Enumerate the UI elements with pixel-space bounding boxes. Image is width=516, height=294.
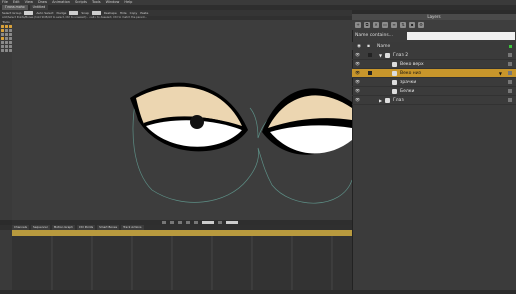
drawing-canvas[interactable] xyxy=(12,20,352,220)
eye-icon[interactable]: 👁 xyxy=(355,71,362,75)
layer-checkbox[interactable] xyxy=(508,98,512,102)
frame-field[interactable] xyxy=(202,221,214,224)
layer-row-selected[interactable]: 👁 Веко низ ▼ xyxy=(352,69,516,78)
new-layer-icon[interactable]: + xyxy=(355,22,361,28)
eye-icon[interactable]: 👁 xyxy=(355,62,362,66)
rectangle-tool-icon[interactable] xyxy=(1,33,4,36)
dropdown-arrow-icon[interactable]: ▼ xyxy=(499,71,502,76)
select-points-tool-icon[interactable] xyxy=(1,25,4,28)
layer-name: Глаз xyxy=(393,97,404,103)
option-label: Nudge xyxy=(56,11,67,15)
layer-checkbox[interactable] xyxy=(508,89,512,93)
eye-artwork xyxy=(130,82,352,204)
bone-tool-icon[interactable] xyxy=(1,41,4,44)
option-label: Reshape xyxy=(103,11,117,15)
lock-icon[interactable]: ▪ xyxy=(409,22,415,28)
eye-icon[interactable]: 👁 xyxy=(355,53,362,57)
group-layer-icon xyxy=(385,52,390,58)
settings-icon[interactable]: ≡ xyxy=(391,22,397,28)
tool-grid xyxy=(0,24,12,53)
layer-row[interactable]: 👁 ▼ Глаз 2 xyxy=(352,51,516,60)
group-layer-icon xyxy=(385,97,390,103)
vector-layer-icon xyxy=(392,88,397,94)
layer-row[interactable]: 👁 ▶ Глаз xyxy=(352,96,516,105)
layer-filter-input[interactable] xyxy=(407,31,515,40)
layer-color-box xyxy=(368,71,372,75)
eye-icon[interactable]: 👁 xyxy=(355,80,362,84)
option-label: Paste xyxy=(140,11,149,15)
vector-layer-icon xyxy=(392,79,397,85)
option-field[interactable] xyxy=(69,11,79,15)
lock-header-icon: ▪ xyxy=(367,43,371,49)
layers-header: ◉ ▪ Name xyxy=(352,42,516,50)
timeline-frames[interactable] xyxy=(12,236,352,290)
option-label: Select Group xyxy=(2,11,22,15)
pan-tool-icon[interactable] xyxy=(1,49,4,52)
curvature-tool-icon[interactable] xyxy=(1,29,4,32)
visibility-header-icon: ◉ xyxy=(357,43,361,49)
option-field[interactable] xyxy=(24,11,34,15)
layer-transform-tool-icon[interactable] xyxy=(1,45,4,48)
loop-button[interactable] xyxy=(218,221,222,224)
layer-row[interactable]: 👁 Белки xyxy=(352,87,516,96)
layer-name: Веко верх xyxy=(400,61,424,67)
pupil xyxy=(190,115,204,129)
eye-icon[interactable]: 👁 xyxy=(355,98,362,102)
layer-color-box xyxy=(368,53,372,57)
green-indicator-icon xyxy=(509,44,512,48)
layer-name: Белки xyxy=(400,88,415,94)
stroke-tool-icon[interactable] xyxy=(5,37,8,40)
collapse-arrow-icon[interactable]: ▶ xyxy=(379,98,382,103)
delete-icon[interactable]: ✕ xyxy=(373,22,379,28)
expand-arrow-icon[interactable]: ▼ xyxy=(379,53,382,58)
layer-filter-row: Name contains... xyxy=(352,31,516,40)
vector-layer-icon xyxy=(392,70,397,76)
timeline-channel-list xyxy=(0,230,12,290)
layer-checkbox[interactable] xyxy=(508,80,512,84)
gear-icon[interactable]: ⚙ xyxy=(418,22,424,28)
right-eye-white xyxy=(270,125,352,154)
folder-icon[interactable]: ▭ xyxy=(382,22,388,28)
layer-row[interactable]: 👁 Веко верх xyxy=(352,60,516,69)
layer-checkbox[interactable] xyxy=(508,71,512,75)
filter-label[interactable]: Name contains... xyxy=(355,33,405,38)
end-button[interactable] xyxy=(194,221,198,224)
layer-name: зрачки xyxy=(400,79,417,85)
option-field[interactable] xyxy=(91,11,101,15)
layer-name: Глаз 2 xyxy=(393,52,409,58)
rotate-layer-tool-icon[interactable] xyxy=(5,45,8,48)
layer-name: Веко низ xyxy=(400,70,422,76)
tools-panel: Tools xyxy=(0,20,12,220)
oval-tool-icon[interactable] xyxy=(5,33,8,36)
arrows-icon[interactable]: ⇅ xyxy=(400,22,406,28)
layer-checkbox[interactable] xyxy=(508,62,512,66)
magnet-tool-icon[interactable] xyxy=(5,29,8,32)
layer-row[interactable]: 👁 зрачки xyxy=(352,78,516,87)
transform-points-tool-icon[interactable] xyxy=(5,25,8,28)
layers-toolbar: + ⧉ ✕ ▭ ≡ ⇅ ▪ ⚙ xyxy=(352,20,516,30)
option-label: Hide xyxy=(119,11,127,15)
option-label: Auto Select xyxy=(36,11,54,15)
layer-checkbox[interactable] xyxy=(508,53,512,57)
zoom-tool-icon[interactable] xyxy=(5,49,8,52)
vector-layer-icon xyxy=(392,61,397,67)
play-button[interactable] xyxy=(178,221,182,224)
rewind-button[interactable] xyxy=(162,221,166,224)
duplicate-icon[interactable]: ⧉ xyxy=(364,22,370,28)
eye-icon[interactable]: 👁 xyxy=(355,89,362,93)
name-column-header[interactable]: Name xyxy=(377,44,390,49)
end-frame-field[interactable] xyxy=(226,221,238,224)
add-bone-tool-icon[interactable] xyxy=(5,41,8,44)
option-label: Snap xyxy=(81,11,89,15)
timeline-grid xyxy=(51,236,333,290)
step-forward-button[interactable] xyxy=(186,221,190,224)
fill-tool-icon[interactable] xyxy=(1,37,4,40)
step-back-button[interactable] xyxy=(170,221,174,224)
option-label: Copy xyxy=(129,11,138,15)
